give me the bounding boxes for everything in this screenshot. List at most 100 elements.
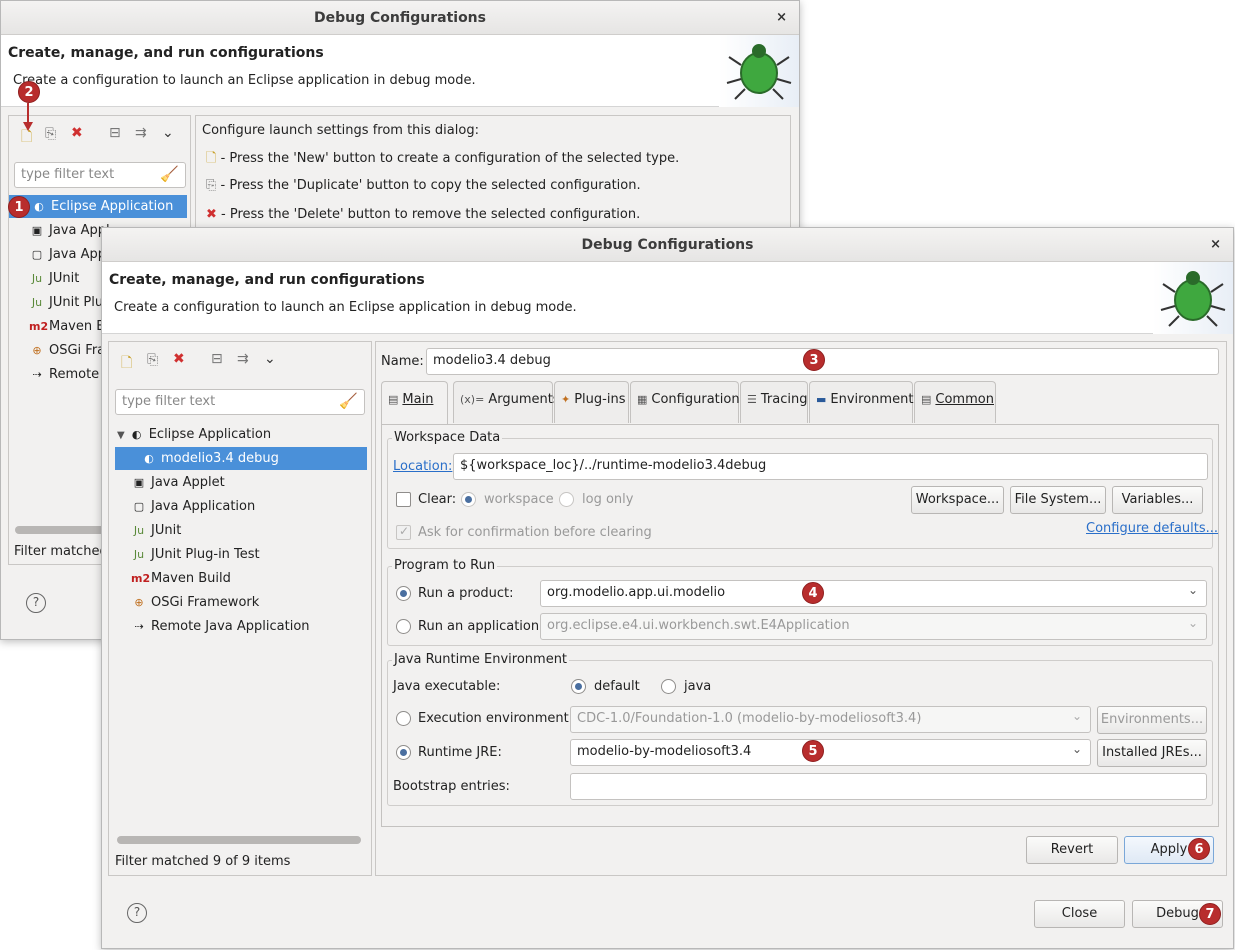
tree-item-java-application[interactable]: ▢ Java Application	[131, 495, 255, 518]
tree-item-junit[interactable]: Ju JUnit	[131, 519, 181, 542]
header-title: Create, manage, and run configurations	[109, 272, 425, 288]
location-input[interactable]: ${workspace_loc}/../runtime-modelio3.4de…	[453, 453, 1208, 480]
installed-jres-button[interactable]: Installed JREs...	[1097, 739, 1207, 767]
maven-icon: m2	[131, 572, 151, 585]
location-link[interactable]: Location:	[393, 459, 452, 474]
tab-common[interactable]: ▤ Common	[914, 381, 996, 423]
collapse-icon[interactable]: ⊟	[211, 351, 223, 367]
tree-item-junit[interactable]: Ju JUnit	[29, 267, 79, 290]
dialog-title: Debug Configurations	[581, 237, 754, 253]
clear-filter-icon[interactable]: 🧹	[339, 392, 358, 410]
delete-icon: ✖	[206, 207, 217, 222]
tree-item-maven[interactable]: m2Maven Build	[131, 567, 231, 590]
filter-icon[interactable]: ⇉	[237, 351, 249, 367]
jre-group-title: Java Runtime Environment	[392, 652, 570, 667]
run-application-label: Run an application:	[418, 619, 544, 634]
tree-item-junit-plugin[interactable]: Ju JUnit Plug-in Test	[131, 543, 260, 566]
file-system-button[interactable]: File System...	[1010, 486, 1106, 514]
configuration-icon: ▦	[637, 393, 648, 406]
collapse-icon[interactable]: ⊟	[109, 125, 121, 141]
tree-item-java-application[interactable]: ▢ Java Appl	[29, 243, 110, 266]
front-dialog: Debug Configurations × Create, manage, a…	[101, 227, 1234, 949]
filter-icon[interactable]: ⇉	[135, 125, 147, 141]
execution-environment-combo[interactable]: CDC-1.0/Foundation-1.0 (modelio-by-model…	[570, 706, 1091, 733]
tree-item-remote-java[interactable]: ⇢ Remote J	[29, 363, 107, 386]
tab-plugins[interactable]: ✦ Plug-ins	[554, 381, 629, 423]
default-radio[interactable]	[571, 679, 586, 694]
remote-java-icon: ⇢	[134, 620, 144, 633]
tree-item-osgi[interactable]: ⊕ OSGi Framework	[131, 591, 259, 614]
tree-item-remote-java[interactable]: ⇢ Remote Java Application	[131, 615, 309, 638]
duplicate-icon[interactable]: ⎘	[147, 352, 158, 368]
title-bar: Debug Configurations ×	[102, 228, 1233, 262]
tab-configuration[interactable]: ▦ Configuration	[630, 381, 740, 423]
chevron-down-icon[interactable]: ⌄	[264, 351, 276, 367]
workspace-button[interactable]: Workspace...	[911, 486, 1004, 514]
new-config-icon[interactable]: 🗋	[121, 352, 132, 376]
tab-arguments[interactable]: (x)= Arguments	[453, 381, 560, 423]
execution-environment-radio[interactable]	[396, 711, 411, 726]
filter-input[interactable]: type filter text 🧹	[115, 389, 365, 415]
close-button[interactable]: Close	[1034, 900, 1125, 928]
chevron-down-icon[interactable]: ⌄	[162, 125, 174, 141]
help-icon[interactable]: ?	[26, 593, 46, 613]
ask-confirmation-checkbox[interactable]	[396, 524, 411, 540]
badge-1: 1	[8, 196, 30, 218]
tree-item-modelio-debug[interactable]: ◐ modelio3.4 debug	[115, 447, 367, 470]
bootstrap-input[interactable]	[570, 773, 1207, 800]
tree-item-java-applet[interactable]: ▣ Java Applet	[131, 471, 225, 494]
application-combo[interactable]: org.eclipse.e4.ui.workbench.swt.E4Applic…	[540, 613, 1207, 640]
clear-filter-icon[interactable]: 🧹	[160, 165, 179, 183]
chevron-down-icon[interactable]: ⌄	[1072, 709, 1082, 723]
configure-defaults-link[interactable]: Configure defaults...	[1086, 521, 1218, 536]
bug-logo	[1153, 262, 1233, 334]
tab-tracing[interactable]: ☰ Tracing	[740, 381, 808, 423]
help-icon[interactable]: ?	[127, 903, 147, 923]
dialog-header: Create, manage, and run configurations C…	[102, 262, 1233, 334]
tree-item-eclipse-application[interactable]: ◐ Eclipse Application	[9, 195, 187, 218]
tree-item-junit-plugin[interactable]: Ju JUnit Plug	[29, 291, 111, 314]
java-app-icon: ▢	[31, 248, 43, 261]
run-product-radio[interactable]	[396, 586, 411, 601]
expand-icon[interactable]: ▼	[117, 430, 125, 441]
tree-item-java-applet[interactable]: ▣ Java Appl	[29, 219, 110, 242]
tab-environment[interactable]: ▬ Environment	[809, 381, 913, 423]
duplicate-icon[interactable]: ⎘	[45, 126, 56, 142]
ask-confirmation-label: Ask for confirmation before clearing	[418, 525, 652, 540]
junit-icon: Ju	[133, 524, 145, 537]
bootstrap-label: Bootstrap entries:	[393, 779, 510, 794]
chevron-down-icon[interactable]: ⌄	[1188, 616, 1198, 630]
workspace-group-title: Workspace Data	[392, 430, 503, 445]
runtime-jre-combo[interactable]: modelio-by-modeliosoft3.4 ⌄	[570, 739, 1091, 766]
revert-button[interactable]: Revert	[1026, 836, 1118, 864]
close-icon[interactable]: ×	[1210, 228, 1221, 262]
tab-main[interactable]: ▤ Main	[381, 381, 448, 424]
log-only-label: log only	[582, 492, 634, 507]
runtime-jre-label: Runtime JRE:	[418, 745, 502, 760]
java-label: java	[684, 679, 712, 694]
chevron-down-icon[interactable]: ⌄	[1188, 583, 1198, 597]
clear-label: Clear:	[418, 492, 457, 507]
environments-button[interactable]: Environments...	[1097, 706, 1207, 734]
osgi-icon: ⊕	[134, 596, 144, 609]
eclipse-icon: ◐	[34, 200, 44, 213]
log-only-radio[interactable]	[559, 492, 574, 507]
tree-item-eclipse-application[interactable]: ▼ ◐ Eclipse Application	[117, 423, 271, 446]
runtime-jre-radio[interactable]	[396, 745, 411, 760]
run-application-radio[interactable]	[396, 619, 411, 634]
delete-icon[interactable]: ✖	[173, 351, 185, 367]
product-combo[interactable]: org.modelio.app.ui.modelio ⌄	[540, 580, 1207, 607]
java-applet-icon: ▣	[133, 476, 145, 489]
clear-checkbox[interactable]	[396, 492, 411, 507]
delete-icon[interactable]: ✖	[71, 125, 83, 141]
tree-scrollbar[interactable]	[117, 836, 361, 844]
workspace-radio[interactable]	[461, 492, 476, 507]
variables-button[interactable]: Variables...	[1112, 486, 1203, 514]
close-icon[interactable]: ×	[776, 1, 787, 35]
filter-input[interactable]: type filter text 🧹	[14, 162, 186, 188]
workspace-radio-label: workspace	[484, 492, 554, 507]
hint-duplicate: ⎘ - Press the 'Duplicate' button to copy…	[206, 178, 641, 193]
junit-icon: Ju	[31, 272, 43, 285]
java-radio[interactable]	[661, 679, 676, 694]
chevron-down-icon[interactable]: ⌄	[1072, 742, 1082, 756]
